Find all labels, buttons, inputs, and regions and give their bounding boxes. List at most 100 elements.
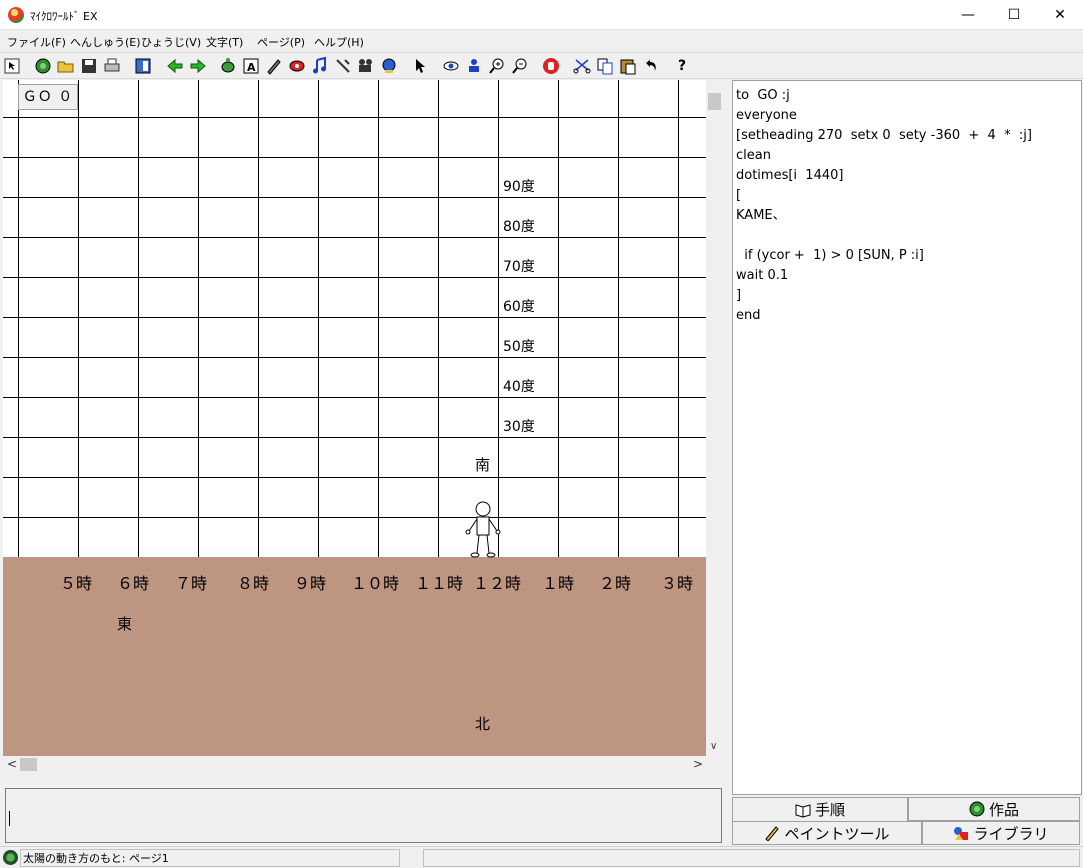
code-line[interactable]: clean: [736, 146, 1081, 166]
message-box[interactable]: [5, 788, 722, 843]
tab-library[interactable]: ライブラリ: [922, 821, 1080, 845]
scroll-right-icon[interactable]: >: [693, 757, 703, 771]
undo-icon[interactable]: [641, 56, 661, 76]
globe-device-icon[interactable]: [379, 56, 399, 76]
stamp-icon[interactable]: [464, 56, 484, 76]
code-line[interactable]: [: [736, 186, 1081, 206]
grid-line-horizontal: [3, 117, 706, 118]
movie-camera-icon[interactable]: [356, 56, 376, 76]
globe-icon: [3, 850, 18, 865]
degree-label: 40度: [503, 379, 535, 395]
menu-edit[interactable]: へんしゅう(E): [70, 34, 141, 50]
grid-line-horizontal: [3, 197, 706, 198]
grid-line-horizontal: [3, 437, 706, 438]
layout-icon[interactable]: [133, 56, 153, 76]
title-bar: ﾏｲｸﾛﾜｰﾙﾄﾞ EX — ☐ ✕: [0, 0, 1083, 30]
vertical-scroll-thumb[interactable]: [708, 93, 721, 110]
svg-text:A: A: [247, 61, 256, 74]
code-line[interactable]: KAME、: [736, 206, 1081, 226]
hour-label: ３時: [661, 574, 694, 593]
eye-icon[interactable]: [441, 56, 461, 76]
menu-view[interactable]: ひょうじ(V): [141, 34, 201, 50]
hour-label: １０時: [351, 574, 400, 593]
menu-file[interactable]: ファイル(F): [7, 34, 66, 50]
grid-line-vertical: [558, 80, 559, 557]
pen-icon[interactable]: [264, 56, 284, 76]
cursor-arrow-icon[interactable]: [410, 56, 430, 76]
grid-line-vertical: [18, 80, 19, 557]
code-line[interactable]: everyone: [736, 106, 1081, 126]
arrow-right-icon[interactable]: [188, 56, 208, 76]
code-line[interactable]: if (ycor + 1) > 0 [SUN, P :i]: [736, 246, 1081, 266]
menu-text[interactable]: 文字(T): [206, 34, 243, 50]
go-button[interactable]: ＧＯ ０: [18, 84, 78, 110]
open-folder-icon[interactable]: [56, 56, 76, 76]
paste-icon[interactable]: [618, 56, 638, 76]
code-line[interactable]: [736, 226, 1081, 246]
stage-horizontal-scrollbar[interactable]: < >: [3, 756, 706, 773]
save-icon[interactable]: [79, 56, 99, 76]
grid-line-vertical: [378, 80, 379, 557]
close-button[interactable]: ✕: [1037, 0, 1083, 30]
code-line[interactable]: ]: [736, 286, 1081, 306]
stage-vertical-scrollbar[interactable]: ∨: [706, 80, 723, 756]
code-line[interactable]: to GO :j: [736, 86, 1081, 106]
menu-bar: ファイル(F) へんしゅう(E) ひょうじ(V) 文字(T) ページ(P) ヘル…: [0, 31, 1083, 51]
record-icon[interactable]: [287, 56, 307, 76]
scroll-down-icon[interactable]: ∨: [710, 741, 717, 752]
code-line[interactable]: wait 0.1: [736, 266, 1081, 286]
print-icon[interactable]: [102, 56, 122, 76]
grid-line-vertical: [258, 80, 259, 557]
music-icon[interactable]: [310, 56, 330, 76]
text-caret: [9, 811, 10, 826]
grid-line-horizontal: [3, 277, 706, 278]
pointer-mode-icon[interactable]: [2, 56, 22, 76]
status-bar: 太陽の動き方のもと: ページ1: [0, 846, 1083, 868]
globe-icon: [969, 801, 985, 817]
menu-help[interactable]: ヘルプ(H): [314, 34, 364, 50]
scroll-left-icon[interactable]: <: [7, 757, 17, 771]
status-text: 太陽の動き方のもと: ページ1: [23, 852, 169, 865]
arrow-left-icon[interactable]: [165, 56, 185, 76]
direction-east: 東: [117, 615, 133, 633]
tab-procedure[interactable]: 手順: [732, 797, 908, 821]
hour-label: ６時: [117, 574, 150, 593]
text-box-icon[interactable]: A: [241, 56, 261, 76]
code-editor[interactable]: to GO :j everyone [setheading 270 setx 0…: [732, 80, 1082, 795]
grid-line-vertical: [618, 80, 619, 557]
hour-label: １１時: [415, 574, 464, 593]
turtle-icon[interactable]: [218, 56, 238, 76]
stop-hand-icon[interactable]: [541, 56, 561, 76]
tab-works[interactable]: 作品: [908, 797, 1080, 821]
code-line[interactable]: [setheading 270 setx 0 sety -360 + 4 * :…: [736, 126, 1081, 146]
degree-label: 70度: [503, 259, 535, 275]
globe-icon[interactable]: [33, 56, 53, 76]
book-icon: [795, 803, 811, 818]
tab-paint-tool[interactable]: ペイントツール: [732, 821, 922, 845]
grid-line-vertical: [678, 80, 679, 557]
hour-label: １時: [542, 574, 575, 593]
code-line[interactable]: end: [736, 306, 1081, 326]
hour-label: ５時: [60, 574, 93, 593]
grid-line-vertical: [138, 80, 139, 557]
maximize-button[interactable]: ☐: [991, 0, 1037, 30]
menu-page[interactable]: ページ(P): [257, 34, 305, 50]
copy-icon[interactable]: [595, 56, 615, 76]
tab-library-label: ライブラリ: [973, 824, 1049, 843]
person-figure[interactable]: [461, 501, 505, 559]
tab-works-label: 作品: [988, 800, 1019, 819]
degree-label: 60度: [503, 299, 535, 315]
help-icon[interactable]: ?: [672, 56, 692, 76]
zoom-out-icon[interactable]: [510, 56, 530, 76]
code-line[interactable]: dotimes[i 1440]: [736, 166, 1081, 186]
toolbar: A ?: [0, 52, 1083, 79]
grid-line-vertical: [78, 80, 79, 557]
tab-procedure-label: 手順: [814, 801, 845, 819]
tool-icon[interactable]: [333, 56, 353, 76]
horizontal-scroll-thumb[interactable]: [20, 758, 37, 771]
hour-label: ７時: [175, 574, 208, 593]
minimize-button[interactable]: —: [945, 0, 991, 30]
cut-icon[interactable]: [572, 56, 592, 76]
zoom-in-icon[interactable]: [487, 56, 507, 76]
grid-line-vertical: [318, 80, 319, 557]
